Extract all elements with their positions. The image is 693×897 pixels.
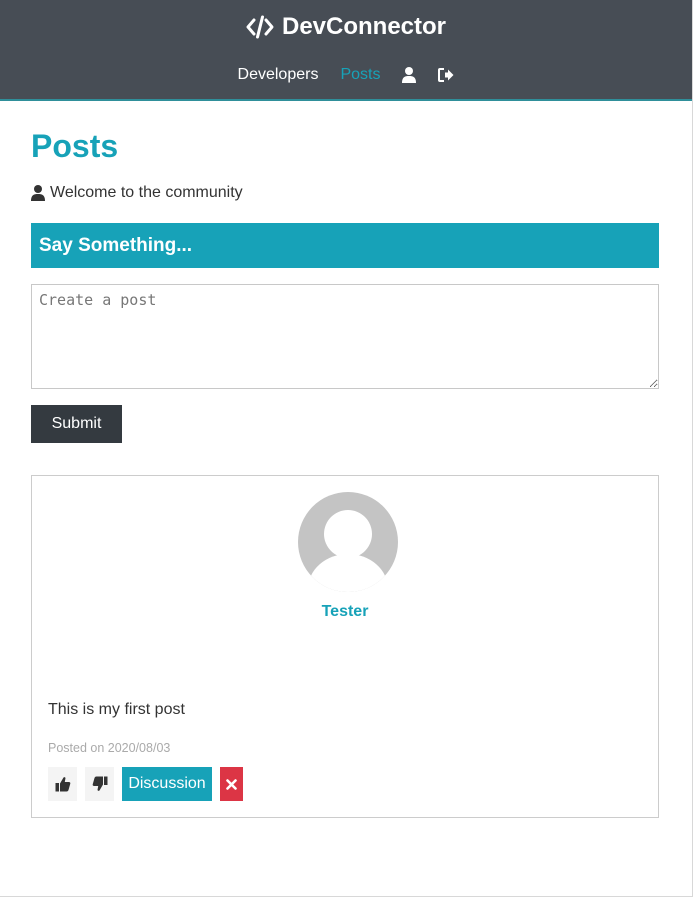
create-post-textarea[interactable] xyxy=(31,284,659,389)
thumbs-down-icon xyxy=(92,776,107,791)
nav-posts-link[interactable]: Posts xyxy=(340,66,380,84)
brand-name: DevConnector xyxy=(281,13,447,40)
post-form-header: Say Something... xyxy=(31,223,659,268)
nav-dashboard-link[interactable] xyxy=(402,67,417,83)
avatar-body xyxy=(308,554,388,592)
unlike-button[interactable] xyxy=(85,767,114,801)
post-item: Tester This is my first post Posted on 2… xyxy=(31,475,659,818)
post-date: Posted on 2020/08/03 xyxy=(48,741,170,755)
navbar: DevConnector Developers Posts xyxy=(0,0,692,101)
thumbs-up-icon xyxy=(55,777,70,792)
user-icon xyxy=(402,67,417,83)
post-author-link[interactable]: Tester xyxy=(32,603,658,621)
post-date-prefix: Posted on xyxy=(48,741,105,755)
post-form-header-label: Say Something... xyxy=(39,235,193,256)
brand-link[interactable]: DevConnector xyxy=(0,13,692,41)
lead-text: Welcome to the community xyxy=(31,184,243,202)
discussion-button[interactable]: Discussion xyxy=(122,767,212,801)
times-icon xyxy=(226,778,237,790)
post-date-value: 2020/08/03 xyxy=(107,741,171,755)
submit-button[interactable]: Submit xyxy=(31,405,122,443)
post-text: This is my first post xyxy=(48,701,185,718)
lead-label: Welcome to the community xyxy=(50,184,243,201)
avatar-head xyxy=(324,510,372,558)
nav-logout-link[interactable] xyxy=(438,68,454,82)
user-icon xyxy=(31,185,45,201)
code-icon xyxy=(246,15,274,39)
nav-developers-link[interactable]: Developers xyxy=(238,66,319,84)
sign-out-icon xyxy=(438,68,454,82)
like-button[interactable] xyxy=(48,767,77,801)
page-title: Posts xyxy=(31,128,119,164)
delete-post-button[interactable] xyxy=(220,767,243,801)
nav-links: Developers Posts xyxy=(0,66,692,84)
avatar[interactable] xyxy=(298,492,398,592)
